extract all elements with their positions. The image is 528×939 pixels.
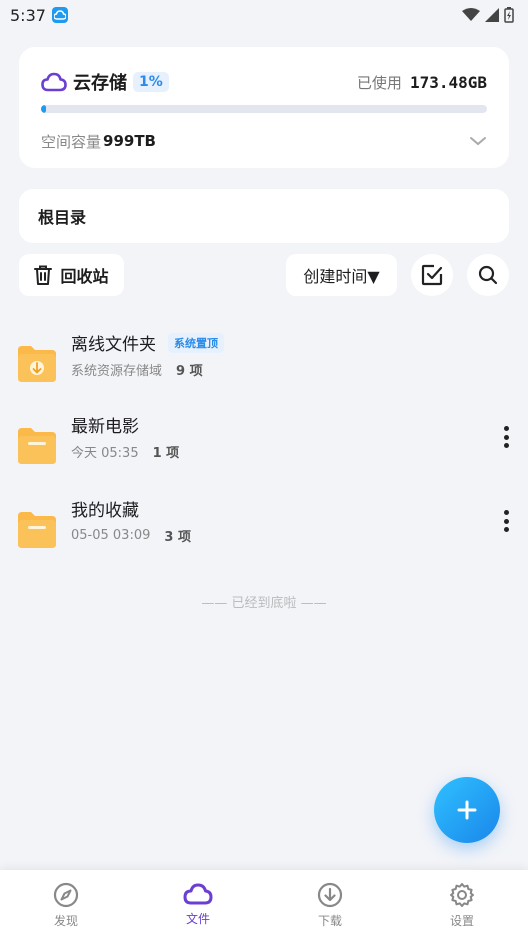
nav-label: 文件 — [185, 912, 210, 926]
folder-icon — [18, 512, 56, 548]
add-button[interactable] — [434, 777, 500, 843]
usage-percent-badge: 1% — [133, 72, 169, 92]
signal-icon — [485, 8, 499, 22]
used-value: 173.48GB — [409, 72, 487, 92]
file-timestamp: 今天 05:35 — [71, 446, 139, 461]
checkbox-icon — [421, 264, 443, 286]
nav-label: 设置 — [449, 914, 474, 928]
pinned-badge: 系统置顶 — [168, 332, 224, 353]
status-time: 5:37 — [10, 5, 46, 25]
more-options-button[interactable] — [498, 424, 514, 450]
storage-card: 云存储 1% 已使用 173.48GB 空间容量 999TB — [19, 47, 509, 168]
compass-icon — [53, 882, 79, 908]
file-name: 最新电影 — [71, 417, 139, 437]
storage-progress-fill — [41, 105, 47, 113]
download-icon — [317, 882, 343, 908]
cloud-icon — [183, 883, 213, 905]
storage-title: 云存储 — [73, 73, 127, 94]
sort-dropdown[interactable]: 创建时间▼ — [286, 254, 397, 296]
recycle-bin-label: 回收站 — [60, 267, 109, 286]
more-options-button[interactable] — [498, 508, 514, 534]
bottom-nav: 发现 文件 下载 设置 — [0, 870, 528, 939]
list-item[interactable]: 最新电影 今天 05:35 1 项 — [0, 412, 528, 482]
nav-item-files[interactable]: 文件 — [132, 870, 264, 939]
status-bar: 5:37 — [0, 0, 528, 30]
file-count: 3 项 — [164, 530, 191, 545]
sort-label: 创建时间▼ — [303, 267, 380, 286]
list-item[interactable]: 我的收藏 05-05 03:09 3 项 — [0, 496, 528, 566]
wifi-icon — [462, 8, 480, 21]
multi-select-button[interactable] — [411, 254, 453, 296]
nav-label: 发现 — [53, 914, 78, 928]
folder-icon — [18, 428, 56, 464]
cloud-icon — [41, 72, 67, 92]
search-icon — [478, 265, 498, 285]
file-count: 1 项 — [152, 446, 180, 461]
nav-item-discover[interactable]: 发现 — [0, 870, 132, 939]
capacity-label: 空间容量 — [41, 132, 102, 151]
status-icons — [462, 7, 514, 23]
trash-icon — [34, 265, 53, 285]
nav-item-downloads[interactable]: 下载 — [264, 870, 396, 939]
file-subtitle: 系统资源存储域 — [71, 364, 163, 379]
chevron-down-icon[interactable] — [469, 132, 487, 151]
gear-icon — [450, 883, 474, 907]
used-label: 已使用 — [356, 73, 402, 92]
file-name: 我的收藏 — [71, 501, 139, 521]
breadcrumb[interactable]: 根目录 — [19, 189, 509, 243]
download-folder-icon — [18, 346, 56, 382]
capacity-value: 999TB — [103, 132, 156, 150]
file-name: 离线文件夹 — [71, 335, 156, 355]
plus-icon — [457, 800, 477, 820]
search-button[interactable] — [467, 254, 509, 296]
recycle-bin-button[interactable]: 回收站 — [19, 254, 124, 296]
end-of-list-text: —— 已经到底啦 —— — [201, 596, 327, 611]
nav-item-settings[interactable]: 设置 — [396, 870, 528, 939]
file-count: 9 项 — [176, 364, 203, 379]
root-directory-title: 根目录 — [38, 208, 87, 227]
cloud-app-icon — [51, 7, 68, 23]
file-timestamp: 05-05 03:09 — [71, 528, 151, 543]
storage-progress-bar — [41, 105, 487, 113]
battery-icon — [504, 7, 514, 23]
list-item[interactable]: 离线文件夹 系统置顶 系统资源存储域 9 项 — [0, 330, 528, 400]
nav-label: 下载 — [317, 914, 342, 928]
